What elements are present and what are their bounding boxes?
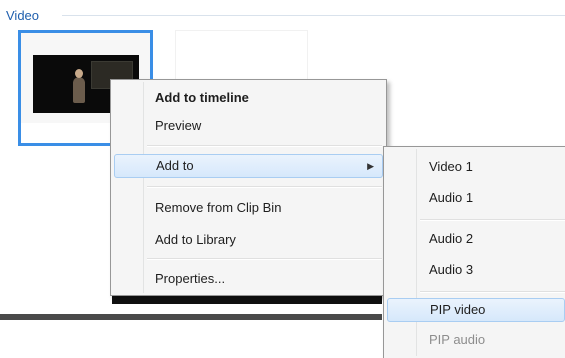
menu-item-preview[interactable]: Preview [114,114,383,138]
menu-item-add-to-library[interactable]: Add to Library [114,228,383,252]
chevron-right-icon: ▶ [367,161,374,171]
submenu-item-audio-3[interactable]: Audio 3 [387,258,565,282]
submenu-item-video-1[interactable]: Video 1 [387,155,565,179]
section-label: Video [6,8,40,23]
window-edge [0,314,382,320]
menu-separator [147,145,382,147]
speaker-head [75,69,83,78]
submenu-item-pip-video[interactable]: PIP video [387,298,565,322]
menu-item-remove-from-clip-bin[interactable]: Remove from Clip Bin [114,196,383,220]
menu-item-add-to-timeline[interactable]: Add to timeline [114,86,383,110]
menu-separator [420,219,565,221]
timeline-strip [112,296,382,304]
menu-separator [420,291,565,293]
menu-item-properties[interactable]: Properties... [114,267,383,291]
menu-item-add-to[interactable]: Add to ▶ [114,154,383,178]
submenu-item-pip-audio: PIP audio [429,332,486,347]
speaker-figure [73,77,85,103]
submenu-item-audio-1[interactable]: Audio 1 [387,186,565,210]
context-menu: Add to timeline Preview Add to ▶ Remove … [110,79,387,296]
menu-separator [147,258,382,260]
section-divider [62,15,565,16]
menu-separator [147,186,382,188]
submenu-item-audio-2[interactable]: Audio 2 [387,227,565,251]
menu-item-label: Add to [156,158,194,173]
add-to-submenu: Video 1 Audio 1 Audio 2 Audio 3 PIP vide… [383,146,565,358]
